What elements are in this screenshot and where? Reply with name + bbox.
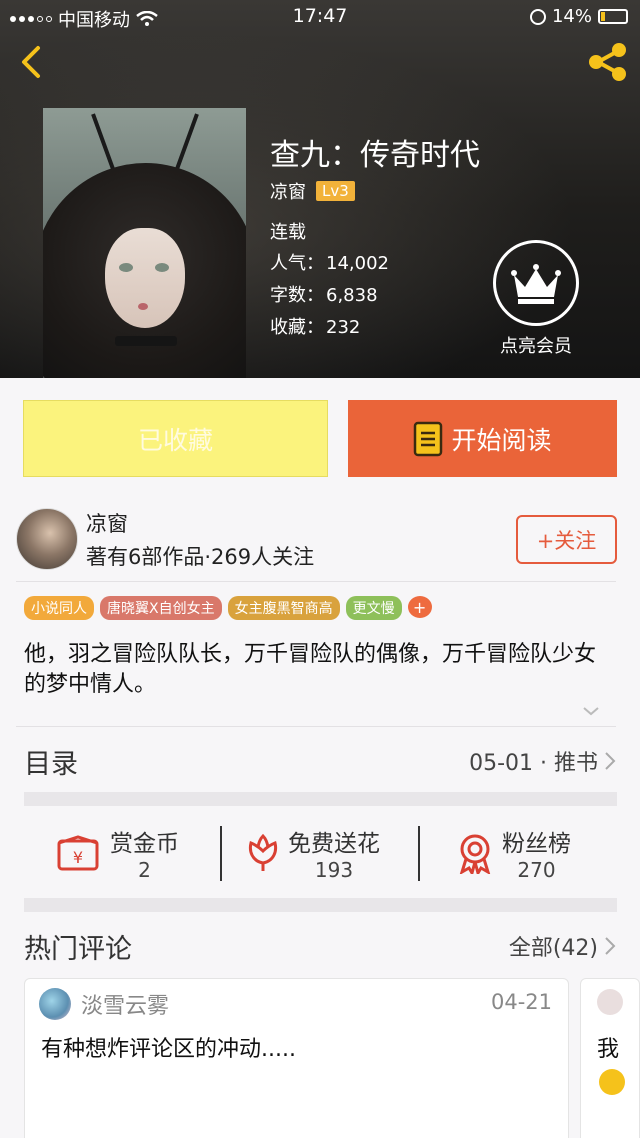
tag-item[interactable]: 女主腹黑智商高 (227, 596, 340, 620)
author-name[interactable]: 凉窗 (86, 508, 128, 538)
reward-label: 赏金币 (110, 831, 179, 857)
send-flowers-button[interactable]: 免费送花 193 (246, 808, 380, 898)
vip-label: 点亮会员 (500, 336, 572, 357)
book-status: 连载 (270, 222, 306, 243)
reward-value: 2 (138, 858, 151, 882)
comment-card[interactable]: 淡雪云雾 04-21 有种想炸评论区的冲动..... (24, 978, 569, 1138)
catalog-latest[interactable]: 05-01 · 推书 (469, 745, 616, 777)
hot-comments-title: 热门评论 (24, 934, 132, 965)
divider (418, 826, 420, 881)
tag-list: 小说同人 唐晓翼X自创女主 女主腹黑智商高 更文慢 + (24, 596, 432, 620)
divider (220, 826, 222, 881)
divider (16, 726, 616, 727)
flowers-value: 193 (314, 858, 354, 882)
tag-item[interactable]: 唐晓翼X自创女主 (100, 596, 222, 620)
fan-ranking-button[interactable]: 粉丝榜 270 (456, 808, 571, 898)
comment-card[interactable]: 我 (580, 978, 640, 1138)
share-icon[interactable] (586, 42, 630, 82)
divider (16, 581, 616, 582)
book-intro: 他，羽之冒险队队长，万千冒险队的偶像，万千冒险队少女的梦中情人。 (24, 642, 597, 697)
commenter-avatar[interactable] (39, 988, 71, 1020)
tag-item[interactable]: 更文慢 (345, 596, 402, 620)
book-favorites: 收藏： 232 (270, 317, 361, 338)
book-popularity: 人气： 14,002 (270, 253, 389, 274)
chevron-down-icon[interactable] (582, 702, 600, 720)
book-cover[interactable] (43, 108, 246, 378)
add-tag-button[interactable]: + (407, 596, 432, 618)
start-reading-label: 开始阅读 (451, 425, 552, 455)
vip-button[interactable]: 点亮会员 (490, 240, 582, 358)
author-avatar[interactable] (16, 508, 78, 570)
book-author[interactable]: 凉窗 (270, 178, 306, 204)
tag-item[interactable]: 小说同人 (24, 596, 94, 620)
commenter-avatar[interactable] (597, 989, 623, 1015)
comment-text: 我 (597, 1037, 620, 1062)
author-level-badge: Lv3 (316, 181, 355, 201)
flowers-label: 免费送花 (288, 831, 380, 857)
coin-envelope-icon: ¥ (57, 835, 99, 871)
svg-text:¥: ¥ (73, 848, 83, 867)
book-word-count: 字数： 6,838 (270, 285, 378, 306)
author-stats: 著有6部作品·269人关注 (86, 545, 315, 569)
battery-icon (598, 9, 628, 24)
book-icon (414, 421, 443, 456)
rotation-lock-icon (529, 8, 546, 25)
commenter-name[interactable]: 淡雪云雾 (81, 988, 169, 1020)
fans-label: 粉丝榜 (502, 831, 571, 857)
status-bar: 中国移动 17:47 14% (0, 0, 640, 34)
section-separator (24, 792, 617, 806)
chevron-right-icon (605, 937, 616, 955)
follow-button[interactable]: +关注 (516, 515, 617, 564)
book-stats-bar: ¥ 赏金币 2 免费送花 193 粉丝榜 270 (24, 808, 617, 898)
book-header: 中国移动 17:47 14% 查九：传奇时代 凉窗 Lv3 连载 人气： 14,0 (0, 0, 640, 378)
section-separator (24, 898, 617, 912)
medal-icon (459, 834, 491, 874)
favorited-button[interactable]: 已收藏 (23, 400, 328, 477)
book-title: 查九：传奇时代 (270, 138, 480, 173)
back-icon[interactable] (14, 44, 50, 80)
flower-icon (248, 833, 278, 871)
comment-text: 有种想炸评论区的冲动..... (41, 1037, 296, 1062)
chevron-right-icon (605, 752, 616, 770)
crown-icon (511, 264, 561, 304)
catalog-title[interactable]: 目录 (24, 742, 78, 781)
fans-value: 270 (517, 858, 556, 882)
all-comments-link[interactable]: 全部(42) (509, 930, 616, 962)
comment-date: 04-21 (490, 990, 552, 1014)
start-reading-button[interactable]: 开始阅读 (348, 400, 617, 477)
reward-coins-button[interactable]: ¥ 赏金币 2 (56, 808, 179, 898)
battery-percent: 14% (551, 6, 592, 27)
emoji-icon (599, 1069, 625, 1095)
